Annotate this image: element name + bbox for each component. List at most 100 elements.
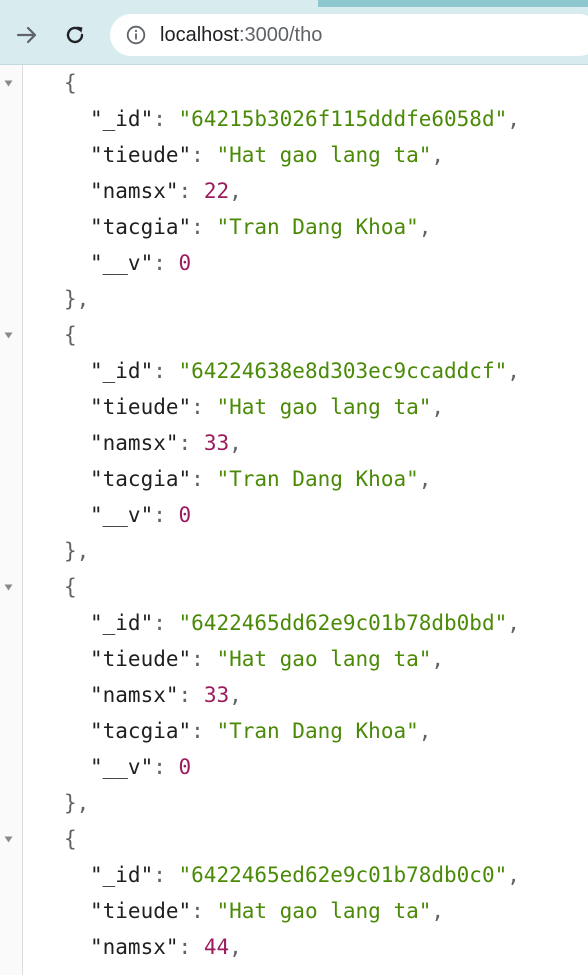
colon: : <box>191 215 217 239</box>
json-key: "_id" <box>90 863 154 887</box>
json-key: "_id" <box>90 359 154 383</box>
json-property: "__v": 0 <box>90 497 191 533</box>
colon: : <box>153 863 179 887</box>
comma: , <box>431 647 445 671</box>
reload-icon <box>66 26 84 44</box>
colon: : <box>153 503 179 527</box>
brace: }, <box>64 791 90 815</box>
colon: : <box>178 683 204 707</box>
json-viewer: {"_id": "64215b3026f115dddfe6058d", "tieu… <box>0 65 588 975</box>
json-value-id: "6422465dd62e9c01b78db0bd" <box>178 611 508 635</box>
json-property: "tieude": "Hat gao lang ta", <box>90 893 444 929</box>
json-key: "tieude" <box>90 647 192 671</box>
json-value-tacgia: "Tran Dang Khoa" <box>216 719 419 743</box>
brace: }, <box>64 539 90 563</box>
json-value-namsx: 33 <box>203 431 230 455</box>
json-value-id: "64224638e8d303ec9ccaddcf" <box>178 359 508 383</box>
colon: : <box>191 647 217 671</box>
json-property: "_id": "6422465ed62e9c01b78db0c0", <box>90 857 520 893</box>
info-icon[interactable] <box>126 25 146 45</box>
json-value-id: "6422465ed62e9c01b78db0c0" <box>178 863 508 887</box>
json-key: "tacgia" <box>90 215 192 239</box>
comma: , <box>229 431 242 455</box>
json-key: "namsx" <box>90 179 179 203</box>
json-value-tieude: "Hat gao lang ta" <box>216 899 432 923</box>
collapse-triangle-icon <box>4 584 13 590</box>
colon: : <box>178 179 204 203</box>
reload-button[interactable] <box>58 18 92 52</box>
comma: , <box>507 107 520 131</box>
comma: , <box>229 683 242 707</box>
json-value-id: "64215b3026f115dddfe6058d" <box>178 107 508 131</box>
json-key: "tieude" <box>90 899 192 923</box>
object-close-brace: }, <box>64 533 89 569</box>
colon: : <box>191 143 217 167</box>
json-key: "__v" <box>90 503 154 527</box>
json-property: "namsx": 22, <box>90 173 242 209</box>
brace: { <box>64 71 77 95</box>
json-key: "tacgia" <box>90 467 192 491</box>
colon: : <box>178 935 204 959</box>
json-key: "tieude" <box>90 395 192 419</box>
comma: , <box>229 179 242 203</box>
collapse-triangle-icon <box>4 836 13 842</box>
address-bar[interactable]: localhost:3000/tho <box>110 14 588 56</box>
address-url[interactable]: localhost:3000/tho <box>160 14 322 56</box>
collapse-toggle[interactable] <box>4 65 16 101</box>
browser-toolbar: localhost:3000/tho <box>0 0 588 65</box>
address-host: localhost <box>160 24 239 46</box>
object-open-brace: { <box>64 569 77 605</box>
json-value-tacgia: "Tran Dang Khoa" <box>216 467 419 491</box>
json-value-tieude: "Hat gao lang ta" <box>216 647 432 671</box>
colon: : <box>191 395 217 419</box>
json-property: "namsx": 44, <box>90 929 242 965</box>
comma: , <box>431 899 445 923</box>
collapse-triangle-icon <box>4 80 13 86</box>
colon: : <box>178 431 204 455</box>
json-key: "tacgia" <box>90 719 192 743</box>
json-value-tacgia: "Tran Dang Khoa" <box>216 215 419 239</box>
json-key: "namsx" <box>90 683 179 707</box>
json-property: "namsx": 33, <box>90 677 242 713</box>
comma: , <box>418 215 432 239</box>
json-property: "tacgia": "Tran Dang Khoa", <box>90 461 431 497</box>
comma: , <box>431 143 445 167</box>
colon: : <box>153 359 179 383</box>
collapse-triangle-icon <box>4 332 13 338</box>
json-property: "_id": "6422465dd62e9c01b78db0bd", <box>90 605 520 641</box>
json-property: "tacgia": "Tran Dang Khoa", <box>90 713 431 749</box>
colon: : <box>191 719 217 743</box>
json-value-tieude: "Hat gao lang ta" <box>216 143 432 167</box>
comma: , <box>431 395 445 419</box>
json-property: "_id": "64224638e8d303ec9ccaddcf", <box>90 353 520 389</box>
colon: : <box>191 467 217 491</box>
collapse-toggle[interactable] <box>4 569 16 605</box>
comma: , <box>418 467 432 491</box>
object-close-brace: }, <box>64 785 89 821</box>
active-tab-strip[interactable] <box>318 0 588 7</box>
json-property: "namsx": 33, <box>90 425 242 461</box>
colon: : <box>153 107 179 131</box>
collapse-toggle[interactable] <box>4 821 16 857</box>
comma: , <box>507 359 520 383</box>
json-key: "tieude" <box>90 143 192 167</box>
json-key: "_id" <box>90 107 154 131</box>
json-value-namsx: 22 <box>203 179 230 203</box>
json-key: "namsx" <box>90 935 179 959</box>
json-property: "__v": 0 <box>90 749 191 785</box>
brace: { <box>64 827 77 851</box>
json-value-v: 0 <box>178 251 192 275</box>
comma: , <box>507 863 520 887</box>
colon: : <box>191 899 217 923</box>
object-open-brace: { <box>64 317 77 353</box>
colon: : <box>153 755 179 779</box>
forward-button[interactable] <box>10 18 44 52</box>
json-property: "tieude": "Hat gao lang ta", <box>90 641 444 677</box>
forward-arrow-icon <box>16 26 37 44</box>
object-open-brace: { <box>64 65 77 101</box>
json-property: "tieude": "Hat gao lang ta", <box>90 389 444 425</box>
comma: , <box>229 935 242 959</box>
json-key: "__v" <box>90 755 154 779</box>
json-key: "namsx" <box>90 431 179 455</box>
collapse-toggle[interactable] <box>4 317 16 353</box>
